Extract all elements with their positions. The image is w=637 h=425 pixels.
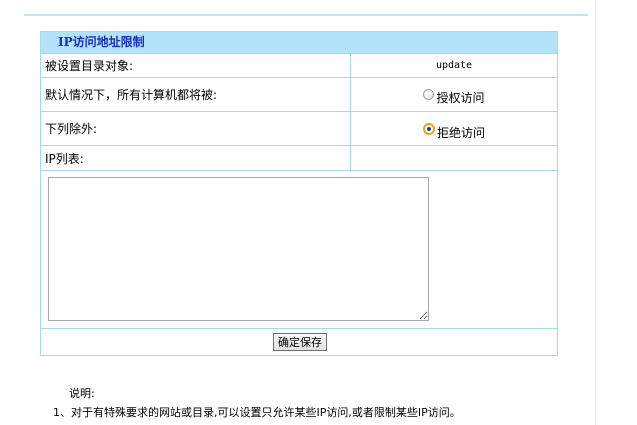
allow-access-radio[interactable] — [423, 89, 435, 100]
row-target-directory: 被设置目录对象: update — [41, 53, 557, 77]
exceptions-label: 下列除外: — [41, 112, 351, 145]
row-ip-list-input — [41, 170, 557, 328]
allow-access-radio-option[interactable]: 授权访问 — [423, 83, 485, 106]
row-ip-list: IP列表: — [41, 145, 557, 170]
deny-access-radio-option[interactable]: 拒绝访问 — [422, 117, 485, 141]
exceptions-option: 拒绝访问 — [351, 112, 557, 145]
ip-list-label: IP列表: — [41, 146, 351, 170]
row-save: 确定保存 — [41, 328, 557, 355]
note-item-1: 1、对于有特殊要求的网站或目录,可以设置只允许某些IP访问,或者限制某些IP访问… — [53, 406, 461, 419]
default-access-option: 授权访问 — [351, 78, 557, 111]
notes-heading: 说明: — [69, 387, 95, 400]
deny-access-radio[interactable] — [422, 122, 435, 135]
row-default-access: 默认情况下，所有计算机都将被: 授权访问 — [41, 77, 557, 111]
ip-list-header-value — [351, 146, 557, 170]
ip-restriction-panel: IP访问地址限制 被设置目录对象: update 默认情况下，所有计算机都将被:… — [40, 31, 558, 356]
default-access-label: 默认情况下，所有计算机都将被: — [41, 78, 351, 111]
ip-list-textarea[interactable] — [48, 177, 429, 321]
top-divider — [24, 14, 588, 16]
panel-title: IP访问地址限制 — [41, 32, 557, 53]
deny-access-label: 拒绝访问 — [436, 125, 485, 140]
target-directory-value: update — [435, 60, 473, 71]
allow-access-label: 授权访问 — [436, 91, 485, 105]
save-button[interactable]: 确定保存 — [273, 333, 327, 351]
row-exceptions: 下列除外: 拒绝访问 — [41, 111, 557, 145]
target-directory-label: 被设置目录对象: — [41, 54, 351, 77]
